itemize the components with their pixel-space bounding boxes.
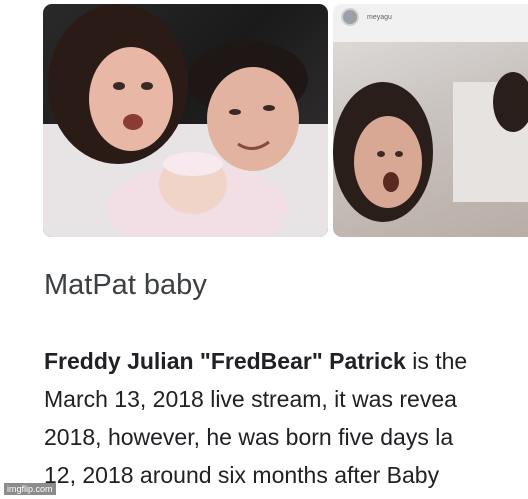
result-title[interactable]: MatPat baby [44,269,207,302]
result-image-side[interactable]: meyagu [333,4,528,237]
image-source[interactable]: meyagu [341,8,392,26]
result-image-main[interactable] [43,4,328,237]
family-photo [43,4,328,237]
source-avatar [341,8,359,26]
description-line-1-rest: is the [405,348,468,374]
description-line-2: March 13, 2018 live stream, it was revea [44,386,457,412]
description-line-3: 2018, however, he was born five days la [44,424,454,450]
watermark: imgflip.com [4,483,56,495]
description-subject: Freddy Julian "FredBear" Patrick [44,348,406,374]
description-line-1: Freddy Julian "FredBear" Patrick is the [44,342,528,380]
side-photo [333,42,528,237]
result-description: Freddy Julian "FredBear" Patrick is the … [44,342,528,494]
description-line-4: 12, 2018 around six months after Baby [44,462,440,488]
source-name: meyagu [367,13,392,21]
